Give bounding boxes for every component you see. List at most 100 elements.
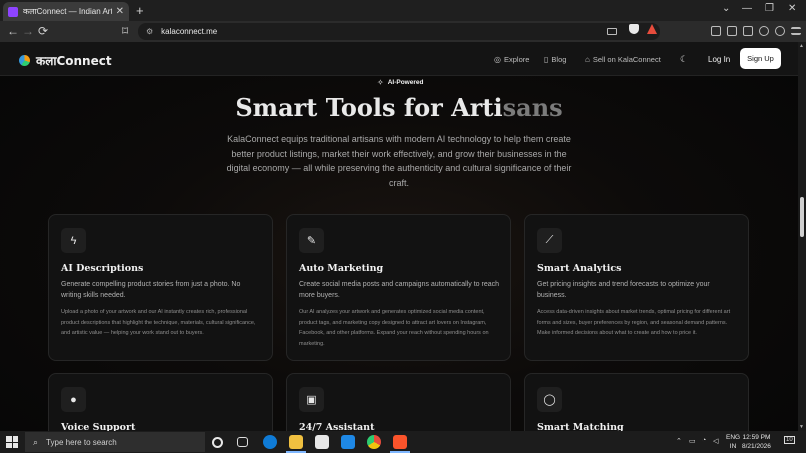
clock-time: 12:59 PM — [742, 434, 771, 441]
page-scrollbar[interactable]: ▲ ▼ — [798, 42, 806, 431]
card-subtitle: Generate compelling product stories from… — [61, 281, 241, 299]
page-title: Smart Tools for Artisans — [0, 93, 798, 122]
address-bar[interactable]: ⚙ kalaconnect.me — [138, 23, 660, 40]
compass-icon: ◎ — [494, 55, 501, 64]
browser-toolbar: ← → ⟳ ⌑ ⚙ kalaconnect.me — [0, 21, 806, 42]
file-explorer-icon[interactable] — [289, 435, 303, 449]
new-tab-button[interactable]: + — [136, 3, 144, 18]
moon-icon[interactable]: ☾ — [680, 54, 688, 65]
card-title: Voice Support — [61, 422, 136, 431]
lang-top: ENG — [726, 434, 741, 441]
reload-button[interactable]: ⟳ — [38, 24, 48, 38]
leo-ai-icon[interactable] — [759, 26, 769, 36]
book-icon: ▯ — [544, 55, 549, 64]
card-title: Smart Matching — [537, 422, 624, 431]
lightning-icon: ϟ — [61, 228, 86, 253]
store-icon: ⌂ — [585, 55, 590, 64]
taskbar-clock[interactable]: 12:59 PM 8/21/2026 — [742, 433, 771, 451]
back-button[interactable]: ← — [7, 24, 19, 38]
card-title: Auto Marketing — [299, 263, 384, 274]
menu-icon[interactable] — [791, 27, 801, 35]
feature-card-ai-descriptions: ϟ AI Descriptions Generate compelling pr… — [48, 214, 273, 361]
login-button[interactable]: Log In — [708, 55, 730, 64]
search-icon: ⌕ — [33, 436, 39, 447]
badge-label: AI-Powered — [387, 79, 424, 86]
restore-button[interactable]: ❐ — [765, 3, 774, 14]
logo-text: कलाConnect — [36, 54, 112, 68]
feature-card-smart-matching: ◯ Smart Matching — [524, 373, 749, 431]
feature-card-smart-analytics: ⟋ Smart Analytics Get pricing insights a… — [524, 214, 749, 361]
vpn-icon[interactable] — [775, 26, 785, 36]
card-title: AI Descriptions — [61, 263, 144, 274]
windows-taskbar: ⌕ Type here to search ⌃ ▭ ◔ ◁ ENG IN 12:… — [0, 431, 806, 453]
tab-title: कलाConnect — Indian Art Marke — [23, 7, 112, 16]
search-placeholder: Type here to search — [46, 437, 117, 447]
task-view-icon[interactable] — [237, 437, 248, 447]
scrollbar-thumb[interactable] — [800, 197, 804, 237]
chat-bubble-icon: ◯ — [537, 387, 562, 412]
tab-list-button[interactable]: ⌄ — [722, 3, 730, 14]
card-body: Upload a photo of your artwork and our A… — [61, 309, 256, 336]
close-window-button[interactable]: ✕ — [788, 3, 796, 14]
feature-card-assistant: ▣ 24/7 Assistant — [286, 373, 511, 431]
volume-icon[interactable]: ◁ — [713, 437, 718, 445]
feature-card-voice-support: ● Voice Support — [48, 373, 273, 431]
nav-blog-label: Blog — [551, 55, 567, 64]
logo-mark-icon — [19, 55, 30, 66]
sparkles-icon: ✧ — [377, 78, 384, 87]
windows-start-icon[interactable] — [6, 436, 18, 448]
site-header: कलाConnect ◎ Explore ▯ Blog ⌂ Sell on Ka… — [0, 42, 798, 76]
cortana-icon[interactable] — [212, 437, 223, 448]
tray-chevron-icon[interactable]: ⌃ — [676, 437, 682, 445]
card-title: Smart Analytics — [537, 263, 622, 274]
brave-shield-icon[interactable] — [629, 24, 639, 34]
wifi-icon[interactable]: ◔ — [702, 437, 706, 444]
close-tab-icon[interactable]: ✕ — [116, 6, 124, 17]
signup-button[interactable]: Sign Up — [740, 48, 781, 69]
nav-explore-label: Explore — [503, 55, 530, 64]
robot-icon: ▣ — [299, 387, 324, 412]
forward-button[interactable]: → — [22, 24, 34, 38]
site-logo[interactable]: कलाConnect — [19, 52, 112, 69]
wallet-icon[interactable] — [743, 26, 753, 36]
microphone-icon: ● — [61, 387, 86, 412]
site-info-icon[interactable]: ⚙ — [146, 27, 153, 36]
store-icon[interactable] — [315, 435, 329, 449]
scroll-up-icon[interactable]: ▲ — [799, 43, 804, 49]
web-page: कलाConnect ◎ Explore ▯ Blog ⌂ Sell on Ka… — [0, 42, 798, 431]
taskbar-search-input[interactable]: ⌕ Type here to search — [25, 432, 205, 452]
notification-count: 10 — [786, 437, 793, 443]
nav-sell[interactable]: ⌂ Sell on KalaConnect — [585, 55, 661, 64]
chart-line-icon: ⟋ — [537, 228, 562, 253]
lang-bottom: IN — [729, 443, 737, 450]
nav-sell-label: Sell on KalaConnect — [592, 55, 661, 64]
chrome-icon[interactable] — [367, 435, 381, 449]
title-fade: sans — [502, 93, 563, 122]
browser-tab-strip: कलाConnect — Indian Art Marke ✕ + ⌄ — ❐ … — [0, 0, 806, 21]
mail-icon[interactable] — [341, 435, 355, 449]
bookmark-icon[interactable]: ⌑ — [122, 24, 128, 38]
title-main: Smart Tools for Arti — [235, 93, 503, 122]
card-title: 24/7 Assistant — [299, 422, 375, 431]
card-body: Access data-driven insights about market… — [537, 309, 731, 336]
extensions-icon[interactable] — [711, 26, 721, 36]
nav-explore[interactable]: ◎ Explore — [494, 55, 529, 64]
cast-icon[interactable] — [607, 28, 617, 35]
card-body: Our AI analyzes your artwork and generat… — [299, 309, 489, 347]
battery-icon[interactable]: ▭ — [689, 437, 696, 445]
brave-browser-icon[interactable] — [393, 435, 407, 449]
edge-icon[interactable] — [263, 435, 277, 449]
browser-tab[interactable]: कलाConnect — Indian Art Marke ✕ — [3, 2, 129, 21]
card-subtitle: Get pricing insights and trend forecasts… — [537, 281, 710, 299]
minimize-button[interactable]: — — [742, 3, 752, 14]
sidebar-icon[interactable] — [727, 26, 737, 36]
site-favicon-icon — [8, 6, 18, 17]
nav-blog[interactable]: ▯ Blog — [544, 55, 566, 64]
notification-center-icon[interactable]: 10 — [784, 436, 795, 444]
clock-date: 8/21/2026 — [742, 443, 771, 450]
language-indicator[interactable]: ENG IN — [726, 433, 740, 451]
ai-powered-badge: ✧ AI-Powered — [377, 78, 423, 87]
hero-description: KalaConnect equips traditional artisans … — [226, 134, 572, 188]
url-text: kalaconnect.me — [161, 27, 218, 36]
scroll-down-icon[interactable]: ▼ — [799, 424, 804, 430]
